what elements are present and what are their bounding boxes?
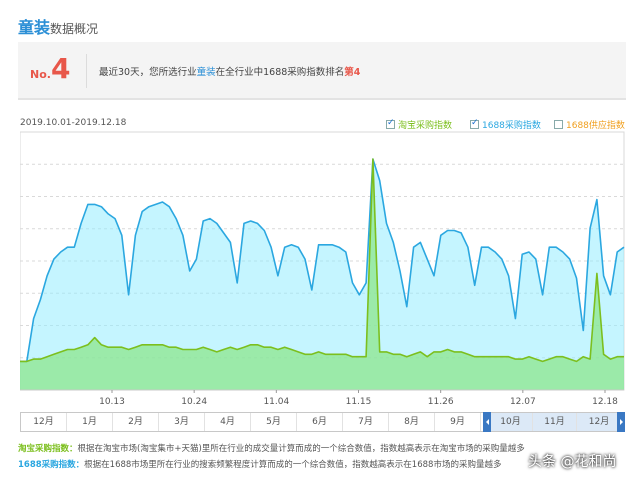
title-rest: 数据概况 (50, 22, 99, 36)
date-range: 2019.10.01-2019.12.18 (20, 118, 127, 128)
x-tick-label: 11.04 (263, 397, 289, 407)
rank-description: 最近30天，您所选行业童装在全行业中1688采购指数排名第4 (99, 64, 360, 78)
rank-divider (86, 54, 87, 88)
index-chart: 10.13 10.24 11.04 11.15 11.26 12.07 12.18 (20, 131, 625, 407)
slider-month: 10月 (489, 413, 533, 431)
checkbox-1688-purchase[interactable] (470, 118, 479, 129)
slider-month: 5月 (251, 413, 297, 431)
rank-text-middle: 在全行业中1688采购指数排名 (215, 67, 345, 78)
slider-month: 8月 (389, 413, 435, 431)
slider-month: 6月 (297, 413, 343, 431)
x-tick-label: 12.07 (510, 397, 536, 407)
x-tick-label: 10.13 (99, 397, 125, 407)
slider-month: 3月 (159, 413, 205, 431)
slider-month: 7月 (343, 413, 389, 431)
slider-month: 11月 (533, 413, 577, 431)
note-1688: 1688采购指数：根据在1688市场里所在行业的搜索频繁程度计算而成的一个综合数… (18, 458, 501, 470)
rank-number: No.4 (30, 52, 70, 86)
rank-no-value: 4 (50, 52, 71, 85)
note-label-taobao: 淘宝采购指数： (18, 444, 78, 454)
checkbox-taobao[interactable] (386, 118, 395, 129)
slider-month: 1月 (67, 413, 113, 431)
x-tick-label: 12.18 (592, 397, 618, 407)
slider-month: 12月 (588, 417, 610, 427)
slider-month: 4月 (205, 413, 251, 431)
x-tick-label: 11.26 (428, 397, 454, 407)
rank-industry: 童装 (196, 67, 216, 78)
x-tick-label: 10.24 (181, 397, 207, 407)
note-label-1688: 1688采购指数： (18, 460, 85, 470)
x-tick-label: 11.15 (346, 397, 372, 407)
slider-month: 12月 (21, 413, 67, 431)
rank-no-label: No. (30, 68, 51, 81)
title-industry: 童装 (18, 18, 51, 37)
time-range-slider[interactable]: 12月 1月 2月 3月 4月 5月 6月 7月 8月 9月 10月 11月 1… (20, 412, 625, 432)
note-taobao: 淘宝采购指数：根据在淘宝市场(淘宝集市+天猫)里所在行业的成交量计算而成的一个综… (18, 442, 525, 454)
rank-panel: No.4 最近30天，您所选行业童装在全行业中1688采购指数排名第4 (18, 42, 626, 100)
slider-left-handle[interactable] (483, 412, 491, 432)
checkbox-1688-supply[interactable] (554, 120, 563, 129)
watermark: 头条 @花和尚 (528, 454, 617, 470)
slider-month: 9月 (435, 413, 481, 431)
rank-position: 第4 (344, 67, 361, 78)
slider-right-handle[interactable] (617, 412, 625, 432)
note-text-1688: 根据在1688市场里所在行业的搜索频繁程度计算而成的一个综合数值，指数越高表示在… (84, 460, 502, 470)
note-text-taobao: 根据在淘宝市场(淘宝集市+天猫)里所在行业的成交量计算而成的一个综合数值，指数越… (77, 444, 525, 454)
page-title: 童装数据概况 (18, 14, 98, 38)
rank-text-before: 最近30天，您所选行业 (99, 67, 197, 78)
slider-month: 2月 (113, 413, 159, 431)
